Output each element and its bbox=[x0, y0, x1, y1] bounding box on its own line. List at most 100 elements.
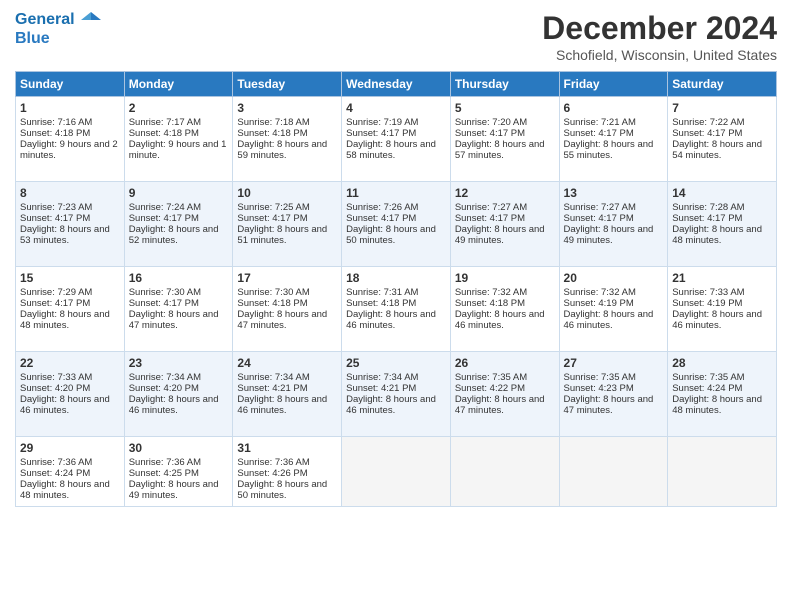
day-of-week-header: Thursday bbox=[450, 72, 559, 97]
daylight-text: Daylight: 8 hours and 49 minutes. bbox=[455, 224, 545, 246]
sunrise-text: Sunrise: 7:35 AM bbox=[455, 372, 527, 383]
sunset-text: Sunset: 4:17 PM bbox=[20, 213, 90, 224]
calendar-container: General Blue December 2024 Schofield, Wi… bbox=[0, 0, 792, 612]
calendar-header-row: SundayMondayTuesdayWednesdayThursdayFrid… bbox=[16, 72, 777, 97]
day-number: 9 bbox=[129, 186, 229, 200]
sunset-text: Sunset: 4:17 PM bbox=[672, 128, 742, 139]
daylight-text: Daylight: 8 hours and 46 minutes. bbox=[564, 309, 654, 331]
day-number: 16 bbox=[129, 271, 229, 285]
day-number: 10 bbox=[237, 186, 337, 200]
sunset-text: Sunset: 4:17 PM bbox=[455, 213, 525, 224]
sunrise-text: Sunrise: 7:21 AM bbox=[564, 117, 636, 128]
calendar-day-cell: 6 Sunrise: 7:21 AMSunset: 4:17 PMDaylight… bbox=[559, 97, 668, 182]
daylight-text: Daylight: 8 hours and 46 minutes. bbox=[237, 394, 327, 416]
daylight-text: Daylight: 8 hours and 49 minutes. bbox=[129, 479, 219, 501]
calendar-table: SundayMondayTuesdayWednesdayThursdayFrid… bbox=[15, 71, 777, 507]
logo-text-general: General bbox=[15, 11, 75, 28]
day-of-week-header: Friday bbox=[559, 72, 668, 97]
daylight-text: Daylight: 8 hours and 55 minutes. bbox=[564, 139, 654, 161]
calendar-body: 1Sunrise: 7:16 AMSunset: 4:18 PMDaylight… bbox=[16, 97, 777, 507]
day-number: 26 bbox=[455, 356, 555, 370]
sunset-text: Sunset: 4:24 PM bbox=[672, 383, 742, 394]
calendar-day-cell: 17Sunrise: 7:30 AMSunset: 4:18 PMDayligh… bbox=[233, 267, 342, 352]
sunset-text: Sunset: 4:19 PM bbox=[672, 298, 742, 309]
sunset-text: Sunset: 4:18 PM bbox=[237, 298, 307, 309]
calendar-day-cell bbox=[342, 437, 451, 507]
sunrise-text: Sunrise: 7:27 AM bbox=[564, 202, 636, 213]
calendar-day-cell: 14Sunrise: 7:28 AMSunset: 4:17 PMDayligh… bbox=[668, 182, 777, 267]
calendar-day-cell: 24 Sunrise: 7:34 AMSunset: 4:21 PMDayligh… bbox=[233, 352, 342, 437]
calendar-day-cell: 7Sunrise: 7:22 AMSunset: 4:17 PMDaylight… bbox=[668, 97, 777, 182]
calendar-day-cell: 1Sunrise: 7:16 AMSunset: 4:18 PMDaylight… bbox=[16, 97, 125, 182]
sunrise-text: Sunrise: 7:33 AM bbox=[20, 372, 92, 383]
sunset-text: Sunset: 4:17 PM bbox=[672, 213, 742, 224]
sunrise-text: Sunrise: 7:34 AM bbox=[237, 372, 309, 383]
sunrise-text: Sunrise: 7:34 AM bbox=[129, 372, 201, 383]
daylight-text: Daylight: 8 hours and 52 minutes. bbox=[129, 224, 219, 246]
sunset-text: Sunset: 4:17 PM bbox=[455, 128, 525, 139]
daylight-text: Daylight: 8 hours and 57 minutes. bbox=[455, 139, 545, 161]
calendar-day-cell: 10Sunrise: 7:25 AMSunset: 4:17 PMDayligh… bbox=[233, 182, 342, 267]
day-number: 19 bbox=[455, 271, 555, 285]
daylight-text: Daylight: 8 hours and 59 minutes. bbox=[237, 139, 327, 161]
sunset-text: Sunset: 4:17 PM bbox=[564, 128, 634, 139]
calendar-day-cell: 23Sunrise: 7:34 AMSunset: 4:20 PMDayligh… bbox=[124, 352, 233, 437]
day-of-week-header: Sunday bbox=[16, 72, 125, 97]
sunset-text: Sunset: 4:17 PM bbox=[346, 128, 416, 139]
logo: General Blue bbox=[15, 10, 101, 48]
calendar-day-cell bbox=[450, 437, 559, 507]
sunset-text: Sunset: 4:17 PM bbox=[20, 298, 90, 309]
day-number: 12 bbox=[455, 186, 555, 200]
sunrise-text: Sunrise: 7:19 AM bbox=[346, 117, 418, 128]
day-number: 2 bbox=[129, 101, 229, 115]
logo-bird-icon bbox=[81, 10, 101, 30]
calendar-day-cell: 29Sunrise: 7:36 AMSunset: 4:24 PMDayligh… bbox=[16, 437, 125, 507]
day-number: 13 bbox=[564, 186, 664, 200]
day-of-week-header: Tuesday bbox=[233, 72, 342, 97]
daylight-text: Daylight: 8 hours and 58 minutes. bbox=[346, 139, 436, 161]
calendar-day-cell: 9Sunrise: 7:24 AMSunset: 4:17 PMDaylight… bbox=[124, 182, 233, 267]
calendar-day-cell: 20Sunrise: 7:32 AMSunset: 4:19 PMDayligh… bbox=[559, 267, 668, 352]
sunrise-text: Sunrise: 7:36 AM bbox=[237, 457, 309, 468]
sunset-text: Sunset: 4:19 PM bbox=[564, 298, 634, 309]
calendar-day-cell: 26Sunrise: 7:35 AMSunset: 4:22 PMDayligh… bbox=[450, 352, 559, 437]
day-number: 24 bbox=[237, 356, 337, 370]
calendar-week-row: 22Sunrise: 7:33 AMSunset: 4:20 PMDayligh… bbox=[16, 352, 777, 437]
daylight-text: Daylight: 9 hours and 1 minute. bbox=[129, 139, 227, 161]
sunset-text: Sunset: 4:25 PM bbox=[129, 468, 199, 479]
calendar-day-cell bbox=[559, 437, 668, 507]
calendar-day-cell: 27Sunrise: 7:35 AMSunset: 4:23 PMDayligh… bbox=[559, 352, 668, 437]
sunset-text: Sunset: 4:18 PM bbox=[20, 128, 90, 139]
daylight-text: Daylight: 8 hours and 47 minutes. bbox=[129, 309, 219, 331]
sunrise-text: Sunrise: 7:35 AM bbox=[672, 372, 744, 383]
sunset-text: Sunset: 4:26 PM bbox=[237, 468, 307, 479]
day-number: 4 bbox=[346, 101, 446, 115]
sunset-text: Sunset: 4:17 PM bbox=[237, 213, 307, 224]
daylight-text: Daylight: 8 hours and 50 minutes. bbox=[346, 224, 436, 246]
sunrise-text: Sunrise: 7:24 AM bbox=[129, 202, 201, 213]
calendar-week-row: 8Sunrise: 7:23 AMSunset: 4:17 PMDaylight… bbox=[16, 182, 777, 267]
daylight-text: Daylight: 8 hours and 46 minutes. bbox=[20, 394, 110, 416]
daylight-text: Daylight: 8 hours and 46 minutes. bbox=[346, 309, 436, 331]
day-number: 29 bbox=[20, 441, 120, 455]
sunset-text: Sunset: 4:18 PM bbox=[129, 128, 199, 139]
daylight-text: Daylight: 8 hours and 46 minutes. bbox=[129, 394, 219, 416]
sunrise-text: Sunrise: 7:23 AM bbox=[20, 202, 92, 213]
sunrise-text: Sunrise: 7:36 AM bbox=[20, 457, 92, 468]
month-title: December 2024 bbox=[542, 10, 777, 47]
calendar-day-cell: 21Sunrise: 7:33 AMSunset: 4:19 PMDayligh… bbox=[668, 267, 777, 352]
day-number: 30 bbox=[129, 441, 229, 455]
sunrise-text: Sunrise: 7:36 AM bbox=[129, 457, 201, 468]
daylight-text: Daylight: 8 hours and 48 minutes. bbox=[20, 479, 110, 501]
day-of-week-header: Wednesday bbox=[342, 72, 451, 97]
sunrise-text: Sunrise: 7:35 AM bbox=[564, 372, 636, 383]
day-number: 21 bbox=[672, 271, 772, 285]
day-number: 3 bbox=[237, 101, 337, 115]
sunset-text: Sunset: 4:21 PM bbox=[237, 383, 307, 394]
calendar-day-cell: 25Sunrise: 7:34 AMSunset: 4:21 PMDayligh… bbox=[342, 352, 451, 437]
sunrise-text: Sunrise: 7:28 AM bbox=[672, 202, 744, 213]
calendar-day-cell: 12Sunrise: 7:27 AMSunset: 4:17 PMDayligh… bbox=[450, 182, 559, 267]
day-number: 6 bbox=[564, 101, 664, 115]
title-block: December 2024 Schofield, Wisconsin, Unit… bbox=[542, 10, 777, 63]
calendar-day-cell: 8Sunrise: 7:23 AMSunset: 4:17 PMDaylight… bbox=[16, 182, 125, 267]
